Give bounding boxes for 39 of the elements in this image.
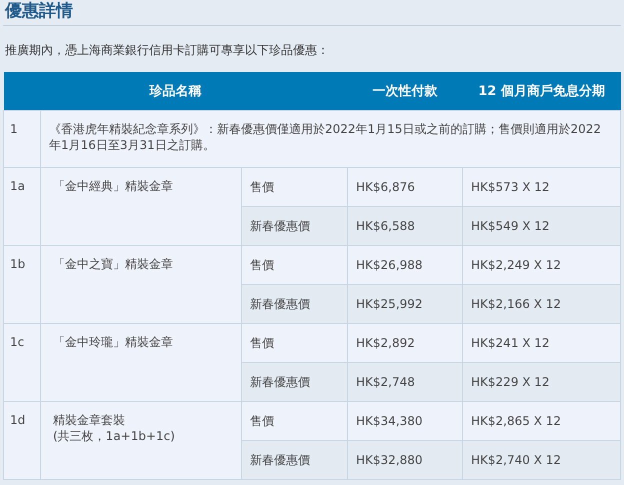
table-cell: 售價: [242, 246, 348, 284]
intro-text: 推廣期內，憑上海商業銀行信用卡訂購可專享以下珍品優惠：: [4, 42, 330, 59]
table-cell: HK$573 X 12: [462, 168, 620, 206]
table-cell: 1b: [4, 246, 40, 324]
table-cell: 新春優惠價: [242, 440, 348, 480]
table-cell: 1d: [4, 402, 40, 480]
table-cell: 新春優惠價: [242, 206, 348, 246]
table-cell: 新春優惠價: [242, 362, 348, 402]
table-cell: 《香港虎年精裝紀念章系列》：新春優惠價僅適用於2022年1月15日或之前的訂購；售價則適用於2022年1月16日至3月31日之訂購。: [40, 110, 620, 168]
table-cell: HK$6,588: [348, 206, 463, 246]
table-cell: HK$26,988: [348, 246, 463, 284]
table-cell: HK$2,249 X 12: [462, 246, 620, 284]
table-cell: HK$25,992: [348, 284, 463, 324]
table-cell: HK$2,740 X 12: [462, 440, 620, 480]
table-cell: 「金中玲瓏」精裝金章: [40, 324, 242, 402]
table-cell: 新春優惠價: [242, 284, 348, 324]
table-cell: HK$241 X 12: [462, 324, 620, 362]
table-cell: 售價: [242, 324, 348, 362]
section-title: 優惠詳情: [3, 0, 621, 26]
table-cell: HK$2,748: [348, 362, 463, 402]
table-cell: HK$32,880: [348, 440, 463, 480]
table-cell: 精裝金章套裝 (共三枚，1a+1b+1c): [40, 402, 242, 480]
table-cell: 「金中經典」精裝金章: [40, 168, 242, 246]
table-cell: 「金中之寶」精裝金章: [40, 246, 242, 324]
table-cell: 1: [4, 110, 40, 168]
table-cell: 1a: [4, 168, 40, 246]
table-cell: HK$2,892: [348, 324, 463, 362]
table-cell: HK$2,865 X 12: [462, 402, 620, 440]
table-cell: HK$6,876: [348, 168, 463, 206]
column-header: 一次性付款: [348, 72, 463, 110]
table-cell: HK$34,380: [348, 402, 463, 440]
table-cell: 1c: [4, 324, 40, 402]
table-cell: HK$229 X 12: [462, 362, 620, 402]
table-cell: 售價: [242, 402, 348, 440]
column-header: 珍品名稱: [4, 72, 348, 110]
table-cell: HK$2,166 X 12: [462, 284, 620, 324]
table-cell: HK$549 X 12: [462, 206, 620, 246]
table-cell: 售價: [242, 168, 348, 206]
column-header: 12 個月商戶免息分期: [462, 72, 620, 110]
